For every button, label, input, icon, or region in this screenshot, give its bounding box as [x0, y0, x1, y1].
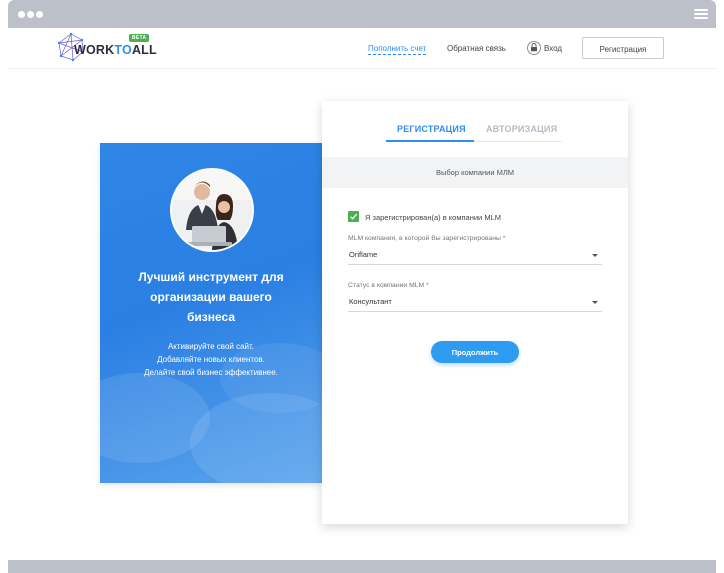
- continue-button[interactable]: Продолжить: [431, 341, 519, 363]
- mlm-status-select[interactable]: Консультант: [348, 295, 602, 312]
- checkmark-icon: [350, 213, 358, 220]
- logo[interactable]: WORKTOALL BETA: [56, 32, 157, 62]
- promo-text-line: Добавляйте новых клиентов.: [157, 355, 265, 364]
- lock-icon: [527, 41, 541, 55]
- beta-badge: BETA: [129, 34, 150, 42]
- topup-link[interactable]: Пополнить счет: [368, 44, 427, 55]
- promo-text-line: Активируйте свой сайт.: [167, 342, 255, 351]
- team-photo: [170, 168, 254, 252]
- mlm-company-label: MLM компания, в которой Вы зарегистриров…: [348, 235, 506, 242]
- tab-authorization[interactable]: АВТОРИЗАЦИЯ: [486, 124, 557, 134]
- page: WORKTOALL BETA Пополнить счет Обратная с…: [8, 28, 716, 560]
- tab-divider: [474, 141, 562, 142]
- window-control-dot[interactable]: [18, 11, 25, 18]
- promo-text-line: Делайте свой бизнес эффективнее.: [144, 368, 278, 377]
- section-header: Выбор компании МЛМ: [322, 157, 628, 188]
- window-bottom-bar: [8, 560, 716, 573]
- logo-text: WORKTOALL: [74, 43, 157, 57]
- window-titlebar: [8, 0, 716, 28]
- registered-checkbox-label: Я зарегистрирован(а) в компании MLM: [365, 213, 501, 222]
- chevron-down-icon: [592, 301, 598, 304]
- promo-panel: Лучший инструмент для организации вашего…: [100, 143, 322, 483]
- browser-window: WORKTOALL BETA Пополнить счет Обратная с…: [8, 0, 716, 573]
- register-button[interactable]: Регистрация: [582, 37, 664, 59]
- mlm-company-select[interactable]: Oriflame: [348, 248, 602, 265]
- window-control-dot[interactable]: [27, 11, 34, 18]
- registration-card: РЕГИСТРАЦИЯ АВТОРИЗАЦИЯ Выбор компании М…: [322, 101, 628, 524]
- tab-registration[interactable]: РЕГИСТРАЦИЯ: [397, 124, 466, 134]
- mlm-status-value: Консультант: [349, 297, 392, 306]
- chevron-down-icon: [592, 254, 598, 257]
- promo-title: Лучший инструмент для организации вашего…: [138, 270, 284, 324]
- section-title: Выбор компании МЛМ: [435, 168, 515, 177]
- login-label: Вход: [544, 44, 563, 53]
- mlm-company-value: Oriflame: [349, 250, 378, 259]
- active-tab-indicator: [386, 140, 474, 142]
- mlm-status-label: Статус в компании MLM *: [348, 282, 429, 289]
- window-control-dot[interactable]: [36, 11, 43, 18]
- registered-checkbox[interactable]: [348, 211, 359, 222]
- feedback-link[interactable]: Обратная связь: [447, 44, 506, 53]
- hamburger-icon[interactable]: [694, 9, 708, 19]
- site-header: WORKTOALL BETA Пополнить счет Обратная с…: [8, 28, 716, 69]
